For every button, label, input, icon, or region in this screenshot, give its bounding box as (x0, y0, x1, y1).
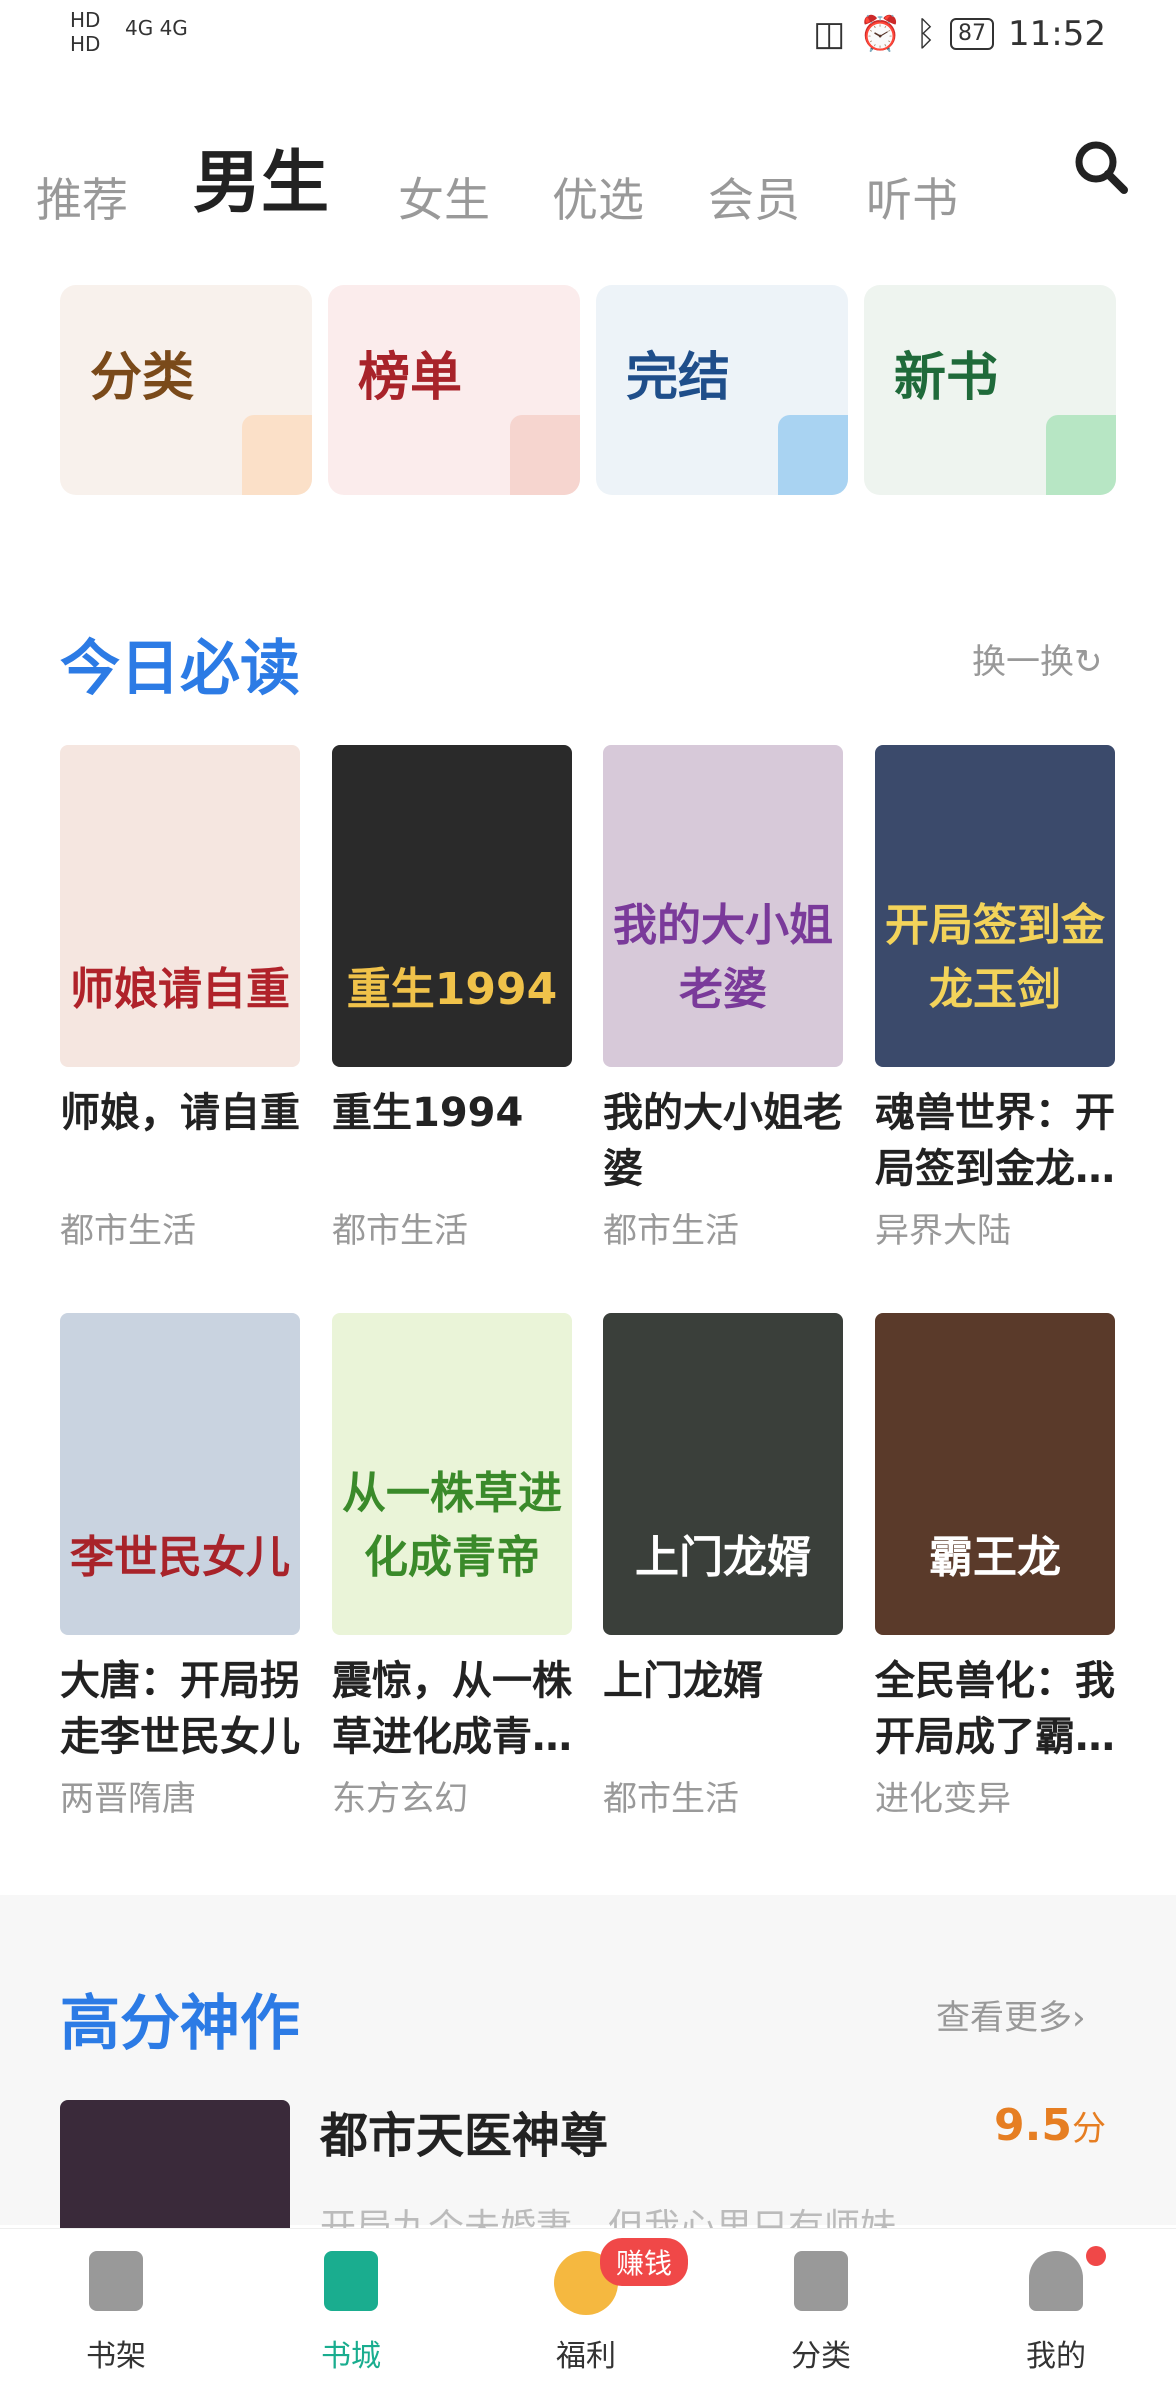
nav-bookshelf[interactable]: 书架 (36, 2251, 196, 2375)
tab-audiobook[interactable]: 听书 (866, 164, 958, 230)
refresh-icon: ↻ (1074, 642, 1103, 682)
featured-book-cover[interactable] (60, 2100, 290, 2230)
battery-icon: 87 (950, 18, 995, 50)
book-card[interactable]: 从一株草进化成青帝 震惊，从一株草进化成青… 东方玄幻 (332, 1313, 582, 1820)
nav-category[interactable]: 分类 (741, 2251, 901, 2375)
book-category: 东方玄幻 (332, 1779, 468, 1819)
refresh-label: 换一换 (972, 642, 1074, 682)
top-tabs: 推荐 男生 女生 优选 会员 听书 (36, 130, 1136, 230)
card-new-label: 新书 (894, 347, 999, 408)
search-icon[interactable] (1072, 138, 1128, 194)
checkmark-icon (778, 415, 848, 495)
book-card[interactable]: 霸王龙 全民兽化：我开局成了霸… 进化变异 (875, 1313, 1125, 1820)
book-cover: 开局签到金龙玉剑 (875, 745, 1115, 1067)
book-card[interactable]: 师娘请自重 师娘，请自重 都市生活 (60, 745, 310, 1252)
tab-female[interactable]: 女生 (398, 164, 490, 230)
book-title: 师娘，请自重 (60, 1090, 300, 1136)
book-cover: 师娘请自重 (60, 745, 300, 1067)
tab-recommend[interactable]: 推荐 (36, 164, 128, 230)
book-title: 重生1994 (332, 1090, 524, 1136)
book-title: 大唐：开局拐走李世民女儿 (60, 1658, 300, 1760)
book-title: 震惊，从一株草进化成青… (332, 1658, 572, 1760)
bottom-nav: 书架 书城 福利 分类 我的 (0, 2228, 1176, 2401)
nfc-icon: ◫ (813, 14, 846, 54)
view-more-button[interactable]: 查看更多› (936, 1990, 1086, 2039)
book-card[interactable]: 李世民女儿 大唐：开局拐走李世民女儿 两晋隋唐 (60, 1313, 310, 1820)
list-icon (242, 415, 312, 495)
status-bar: HD HD 4G 4G ◫ ⏰ ᛒ 87 11:52 (0, 0, 1176, 80)
book-category: 进化变异 (875, 1779, 1011, 1819)
category-cards: 分类 榜单 完结 新书 (60, 285, 1116, 495)
new-tag-icon (1046, 415, 1116, 495)
book-card[interactable]: 我的大小姐老婆 我的大小姐老婆 都市生活 (603, 745, 853, 1252)
trophy-icon (510, 415, 580, 495)
bookshelf-icon (89, 2251, 143, 2311)
clock: 11:52 (1008, 14, 1106, 54)
featured-book-title[interactable]: 都市天医神尊 (320, 2096, 608, 2166)
book-cover: 李世民女儿 (60, 1313, 300, 1635)
book-cover: 从一株草进化成青帝 (332, 1313, 572, 1635)
section-title-today: 今日必读 (60, 634, 300, 704)
book-cover: 重生1994 (332, 745, 572, 1067)
view-more-label: 查看更多 (936, 1998, 1072, 2038)
card-completed[interactable]: 完结 (596, 285, 848, 495)
card-ranking[interactable]: 榜单 (328, 285, 580, 495)
book-cover: 上门龙婿 (603, 1313, 843, 1635)
book-category: 都市生活 (603, 1779, 739, 1819)
book-category: 都市生活 (60, 1211, 196, 1251)
card-category-label: 分类 (90, 347, 195, 408)
section-title-high-score: 高分神作 (60, 1989, 300, 2059)
book-category: 都市生活 (603, 1211, 739, 1251)
book-card[interactable]: 重生1994 重生1994 都市生活 (332, 745, 582, 1252)
book-category: 异界大陆 (875, 1211, 1011, 1251)
book-title: 我的大小姐老婆 (603, 1090, 843, 1192)
bluetooth-icon: ᛒ (915, 14, 937, 54)
nav-profile[interactable]: 我的 (976, 2251, 1136, 2375)
book-card[interactable]: 开局签到金龙玉剑 魂兽世界：开局签到金龙… 异界大陆 (875, 745, 1125, 1252)
book-category: 都市生活 (332, 1211, 468, 1251)
earn-badge: 赚钱 (600, 2238, 689, 2286)
profile-icon (1029, 2251, 1083, 2311)
featured-book-score: 9.5分 (994, 2100, 1106, 2151)
tab-vip[interactable]: 会员 (708, 164, 800, 230)
book-title: 全民兽化：我开局成了霸… (875, 1658, 1115, 1760)
card-ranking-label: 榜单 (358, 347, 463, 408)
signal-indicator: 4G 4G (125, 16, 188, 40)
tab-select[interactable]: 优选 (552, 164, 644, 230)
chevron-right-icon: › (1072, 1998, 1086, 2038)
book-card[interactable]: 上门龙婿 上门龙婿 都市生活 (603, 1313, 853, 1820)
nav-bookstore[interactable]: 书城 (271, 2251, 431, 2375)
card-completed-label: 完结 (626, 347, 731, 408)
tab-male[interactable]: 男生 (193, 127, 329, 226)
hd-indicator: HD HD (70, 8, 101, 56)
refresh-button[interactable]: 换一换↻ (972, 634, 1103, 683)
book-cover: 霸王龙 (875, 1313, 1115, 1635)
bookstore-icon (324, 2251, 378, 2311)
book-title: 魂兽世界：开局签到金龙… (875, 1090, 1115, 1192)
book-cover: 我的大小姐老婆 (603, 745, 843, 1067)
category-icon (794, 2251, 848, 2311)
card-new[interactable]: 新书 (864, 285, 1116, 495)
alarm-icon: ⏰ (859, 14, 902, 54)
status-right: ◫ ⏰ ᛒ 87 11:52 (813, 14, 1106, 54)
book-category: 两晋隋唐 (60, 1779, 196, 1819)
card-category[interactable]: 分类 (60, 285, 312, 495)
book-title: 上门龙婿 (603, 1658, 763, 1704)
notification-dot (1086, 2246, 1106, 2266)
